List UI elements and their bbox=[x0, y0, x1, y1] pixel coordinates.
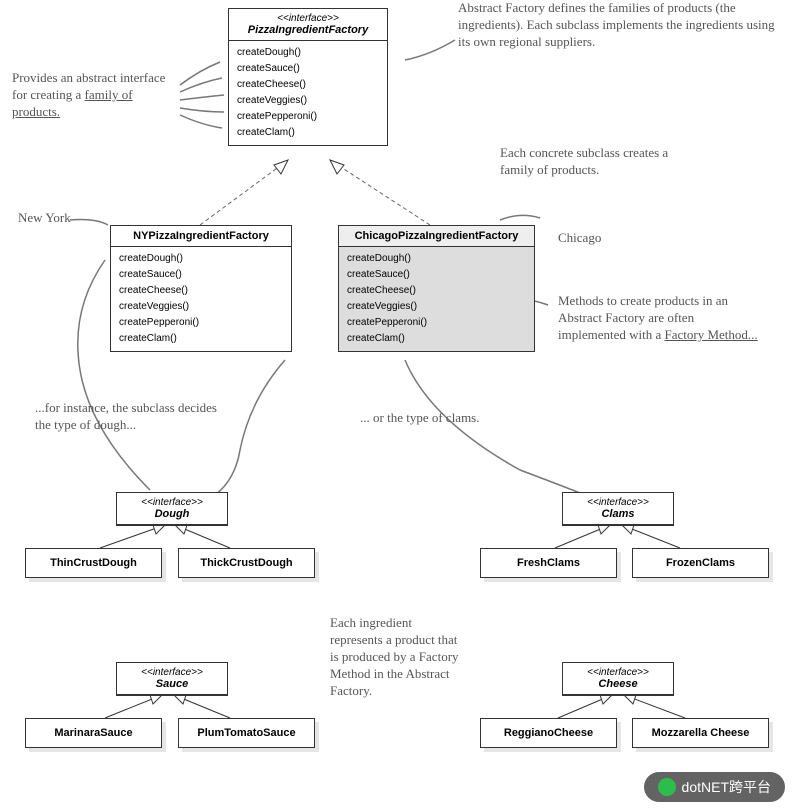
note-or: ... or the type of clams. bbox=[360, 410, 560, 427]
method: createDough() bbox=[237, 45, 379, 61]
wechat-icon bbox=[658, 778, 676, 796]
note-chicago: Chicago bbox=[558, 230, 601, 247]
note-instance: ...for instance, the subclass decides th… bbox=[35, 400, 235, 434]
frozen-clams-box: FrozenClams bbox=[632, 548, 769, 578]
method: createPepperoni() bbox=[119, 315, 283, 331]
method: createSauce() bbox=[237, 61, 379, 77]
class-name: ChicagoPizzaIngredientFactory bbox=[345, 230, 528, 242]
chicago-factory-box: ChicagoPizzaIngredientFactory createDoug… bbox=[338, 225, 535, 352]
method: createSauce() bbox=[347, 267, 526, 283]
method-list: createDough() createSauce() createCheese… bbox=[229, 41, 387, 145]
ny-factory-box: NYPizzaIngredientFactory createDough() c… bbox=[110, 225, 292, 352]
stereotype: <<interface>> bbox=[235, 13, 381, 24]
method: createVeggies() bbox=[237, 93, 379, 109]
method: createClam() bbox=[347, 331, 526, 347]
method: createClam() bbox=[119, 331, 283, 347]
note-top: Abstract Factory defines the families of… bbox=[458, 0, 778, 51]
method: createCheese() bbox=[119, 283, 283, 299]
method-list: createDough() createSauce() createCheese… bbox=[339, 247, 534, 351]
method: createVeggies() bbox=[119, 299, 283, 315]
method-list: createDough() createSauce() createCheese… bbox=[111, 247, 291, 351]
clams-interface-box: <<interface>>Clams bbox=[562, 492, 674, 526]
cheese-interface-box: <<interface>>Cheese bbox=[562, 662, 674, 696]
note-ingredient: Each ingredient represents a product tha… bbox=[330, 615, 460, 699]
note-subclass: Each concrete subclass creates a family … bbox=[500, 145, 700, 179]
note-methods: Methods to create products in an Abstrac… bbox=[558, 293, 758, 344]
method: createCheese() bbox=[237, 77, 379, 93]
thin-crust-dough-box: ThinCrustDough bbox=[25, 548, 162, 578]
sauce-interface-box: <<interface>>Sauce bbox=[116, 662, 228, 696]
marinara-sauce-box: MarinaraSauce bbox=[25, 718, 162, 748]
method: createSauce() bbox=[119, 267, 283, 283]
method: createVeggies() bbox=[347, 299, 526, 315]
class-name: NYPizzaIngredientFactory bbox=[117, 230, 285, 242]
note-left: Provides an abstract interface for creat… bbox=[12, 70, 182, 121]
dough-interface-box: <<interface>>Dough bbox=[116, 492, 228, 526]
thick-crust-dough-box: ThickCrustDough bbox=[178, 548, 315, 578]
watermark: dotNET跨平台 bbox=[644, 772, 785, 802]
method: createCheese() bbox=[347, 283, 526, 299]
class-name: PizzaIngredientFactory bbox=[235, 24, 381, 36]
pizza-ingredient-factory-box: <<interface>>PizzaIngredientFactory crea… bbox=[228, 8, 388, 146]
plum-tomato-sauce-box: PlumTomatoSauce bbox=[178, 718, 315, 748]
method: createPepperoni() bbox=[237, 109, 379, 125]
mozzarella-cheese-box: Mozzarella Cheese bbox=[632, 718, 769, 748]
method: createClam() bbox=[237, 125, 379, 141]
method: createDough() bbox=[119, 251, 283, 267]
note-ny: New York bbox=[18, 210, 71, 227]
fresh-clams-box: FreshClams bbox=[480, 548, 617, 578]
method: createPepperoni() bbox=[347, 315, 526, 331]
reggiano-cheese-box: ReggianoCheese bbox=[480, 718, 617, 748]
method: createDough() bbox=[347, 251, 526, 267]
